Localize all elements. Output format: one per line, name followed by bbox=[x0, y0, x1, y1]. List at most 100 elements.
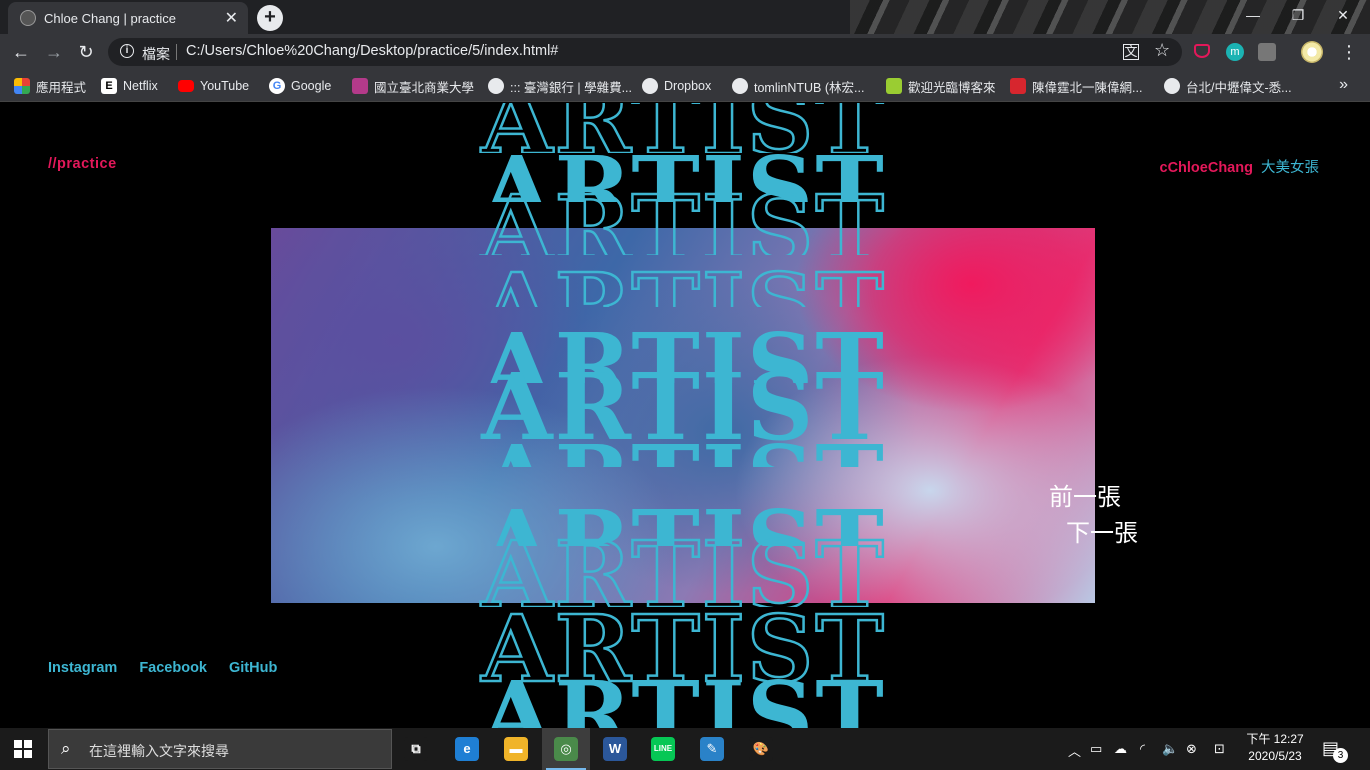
artist-word: ARTIST bbox=[431, 261, 936, 307]
translate-icon[interactable]: 文 bbox=[1123, 44, 1139, 60]
bookmark-github[interactable]: tomlinNTUB (林宏... bbox=[732, 77, 864, 95]
instagram-link[interactable]: Instagram bbox=[48, 660, 117, 676]
notification-count-badge: 3 bbox=[1333, 748, 1348, 763]
taskbar-file-explorer[interactable]: ▬ bbox=[492, 728, 540, 770]
profile-avatar[interactable] bbox=[1301, 41, 1323, 63]
bookmark-fan[interactable]: 陳偉霆北一陳偉網... bbox=[1010, 77, 1142, 95]
bookmark-bank[interactable]: ::: 臺灣銀行 | 學雜費... bbox=[488, 77, 632, 95]
bookmark-google[interactable]: G Google bbox=[269, 77, 331, 95]
bookmark-dropbox[interactable]: Dropbox bbox=[642, 77, 711, 95]
onedrive-icon[interactable]: ☁ bbox=[1114, 741, 1127, 757]
artist-word: ARTIST bbox=[480, 183, 886, 255]
bookmark-label: 陳偉霆北一陳偉網... bbox=[1032, 80, 1143, 95]
restore-button[interactable]: ❐ bbox=[1283, 7, 1313, 24]
close-tab-icon[interactable]: ✕ bbox=[225, 8, 238, 28]
artist-heading-outline: ARTIST bbox=[431, 261, 936, 307]
bookmark-label: 應用程式 bbox=[36, 80, 87, 95]
github-link[interactable]: GitHub bbox=[229, 660, 277, 676]
site-favicon-icon bbox=[20, 10, 36, 26]
bookmark-label: 台北/中壢偉文-悉... bbox=[1186, 80, 1292, 95]
address-scheme-label: 檔案 bbox=[142, 46, 170, 62]
forward-button[interactable]: → bbox=[42, 41, 66, 63]
github-icon bbox=[732, 78, 748, 94]
taskbar-edge[interactable]: e bbox=[443, 728, 491, 770]
address-bar[interactable]: i 檔案 C:/Users/Chloe%20Chang/Desktop/prac… bbox=[108, 38, 1182, 66]
address-url[interactable]: C:/Users/Chloe%20Chang/Desktop/practice/… bbox=[186, 43, 558, 59]
bookmark-label: tomlinNTUB (林宏... bbox=[754, 80, 865, 95]
fan-icon bbox=[1010, 78, 1026, 94]
taskbar-chrome[interactable]: ◎ bbox=[542, 728, 590, 770]
taskbar-line[interactable]: LINE bbox=[639, 728, 687, 770]
previous-button[interactable]: 前一張 bbox=[1049, 477, 1121, 512]
pocket-extension-icon[interactable] bbox=[1258, 43, 1276, 61]
globe-icon bbox=[488, 78, 504, 94]
taskbar-paint[interactable]: 🎨 bbox=[737, 728, 785, 770]
browser-menu-icon[interactable]: ⋮ bbox=[1337, 41, 1361, 63]
volume-icon[interactable]: 🔈 bbox=[1162, 741, 1178, 757]
close-window-button[interactable]: ✕ bbox=[1328, 7, 1358, 24]
tab-title: Chloe Chang | practice bbox=[44, 11, 177, 26]
practice-link[interactable]: //practice bbox=[48, 156, 117, 172]
taskbar-pen-app[interactable]: ✎ bbox=[688, 728, 736, 770]
task-view-icon: ⧉ bbox=[404, 737, 428, 761]
chrome-icon: ◎ bbox=[554, 737, 578, 761]
windows-taskbar: ⌕ 在這裡輸入文字來搜尋 ⧉ e ▬ ◎ W LINE ✎ 🎨 ︿ ▭ ☁ ◜ 🔈 ⊗ ⊡ 下… bbox=[0, 728, 1370, 770]
word-icon: W bbox=[603, 737, 627, 761]
clock-date: 2020/5/23 bbox=[1248, 749, 1302, 763]
address-divider bbox=[176, 44, 177, 60]
browser-tab[interactable]: Chloe Chang | practice ✕ bbox=[8, 2, 248, 34]
bookmark-label: Google bbox=[291, 79, 332, 93]
artist-word: ARTIST bbox=[481, 661, 886, 728]
bookmark-label: 歡迎光臨博客來 bbox=[908, 80, 996, 95]
artist-word: ARTIST bbox=[481, 361, 886, 441]
next-button[interactable]: 下一張 bbox=[1066, 513, 1138, 548]
brand-name: cChloeChang bbox=[1159, 160, 1253, 176]
bookmark-label: ::: 臺灣銀行 | 學雜費... bbox=[510, 80, 633, 95]
artist-word: ARTIST bbox=[480, 529, 886, 607]
minimize-button[interactable]: — bbox=[1238, 7, 1268, 23]
bookmark-books[interactable]: 歡迎光臨博客來 bbox=[886, 77, 996, 95]
reload-button[interactable]: ↻ bbox=[74, 41, 98, 63]
bookmark-ntub[interactable]: 國立臺北商業大學 bbox=[352, 77, 474, 95]
globe-icon bbox=[1164, 78, 1180, 94]
browser-toolbar: ← → ↻ i 檔案 C:/Users/Chloe%20Chang/Deskto… bbox=[0, 34, 1370, 70]
show-hidden-icons[interactable]: ︿ bbox=[1068, 741, 1081, 760]
new-tab-button[interactable]: + bbox=[257, 5, 283, 31]
bookmark-taipei[interactable]: 台北/中壢偉文-悉... bbox=[1164, 77, 1292, 95]
back-button[interactable]: ← bbox=[9, 41, 33, 63]
bookmark-label: 國立臺北商業大學 bbox=[374, 80, 475, 95]
more-bookmarks-icon[interactable]: » bbox=[1339, 76, 1348, 94]
artist-heading-outline: ARTIST bbox=[431, 183, 936, 255]
edge-icon: e bbox=[455, 737, 479, 761]
taskbar-word[interactable]: W bbox=[591, 728, 639, 770]
bookmark-youtube[interactable]: YouTube bbox=[178, 77, 249, 95]
input-method-icon[interactable]: ⊡ bbox=[1214, 741, 1225, 757]
netflix-icon: E bbox=[101, 78, 117, 94]
system-clock[interactable]: 下午 12:27 2020/5/23 bbox=[1240, 731, 1310, 765]
bookmark-label: Netflix bbox=[123, 79, 158, 93]
taskbar-task-view[interactable]: ⧉ bbox=[392, 728, 440, 770]
wifi-icon[interactable]: ◜ bbox=[1140, 741, 1145, 757]
brand[interactable]: cChloeChang 大美女張 bbox=[1160, 156, 1319, 177]
brand-subtitle: 大美女張 bbox=[1261, 160, 1319, 176]
bookmark-star-icon[interactable]: ☆ bbox=[1154, 40, 1170, 61]
facebook-link[interactable]: Facebook bbox=[139, 660, 207, 676]
bookmark-apps[interactable]: 應用程式 bbox=[14, 77, 86, 95]
bookmark-label: Dropbox bbox=[664, 79, 712, 93]
windows-start-icon[interactable] bbox=[14, 740, 32, 758]
artist-heading-solid: ARTIST bbox=[431, 661, 936, 728]
pen-app-icon: ✎ bbox=[700, 737, 724, 761]
heart-extension-icon[interactable] bbox=[1194, 44, 1210, 58]
artist-text-column: ARTIST ARTIST ARTIST ARTIST ARTIST ARTIST ARTI… bbox=[431, 103, 936, 728]
apps-icon bbox=[14, 78, 30, 94]
bookmark-netflix[interactable]: E Netflix bbox=[101, 77, 158, 95]
m-extension-icon[interactable]: m bbox=[1226, 43, 1244, 61]
ntub-icon bbox=[352, 78, 368, 94]
globe-icon bbox=[642, 78, 658, 94]
books-icon bbox=[886, 78, 902, 94]
status-x-icon[interactable]: ⊗ bbox=[1186, 741, 1197, 757]
battery-icon[interactable]: ▭ bbox=[1090, 741, 1102, 757]
taskbar-search-box[interactable]: ⌕ 在這裡輸入文字來搜尋 bbox=[48, 729, 392, 769]
site-info-icon[interactable]: i bbox=[120, 44, 134, 58]
bookmarks-bar: 應用程式 E Netflix YouTube G Google 國立臺北商業大學… bbox=[0, 70, 1370, 102]
